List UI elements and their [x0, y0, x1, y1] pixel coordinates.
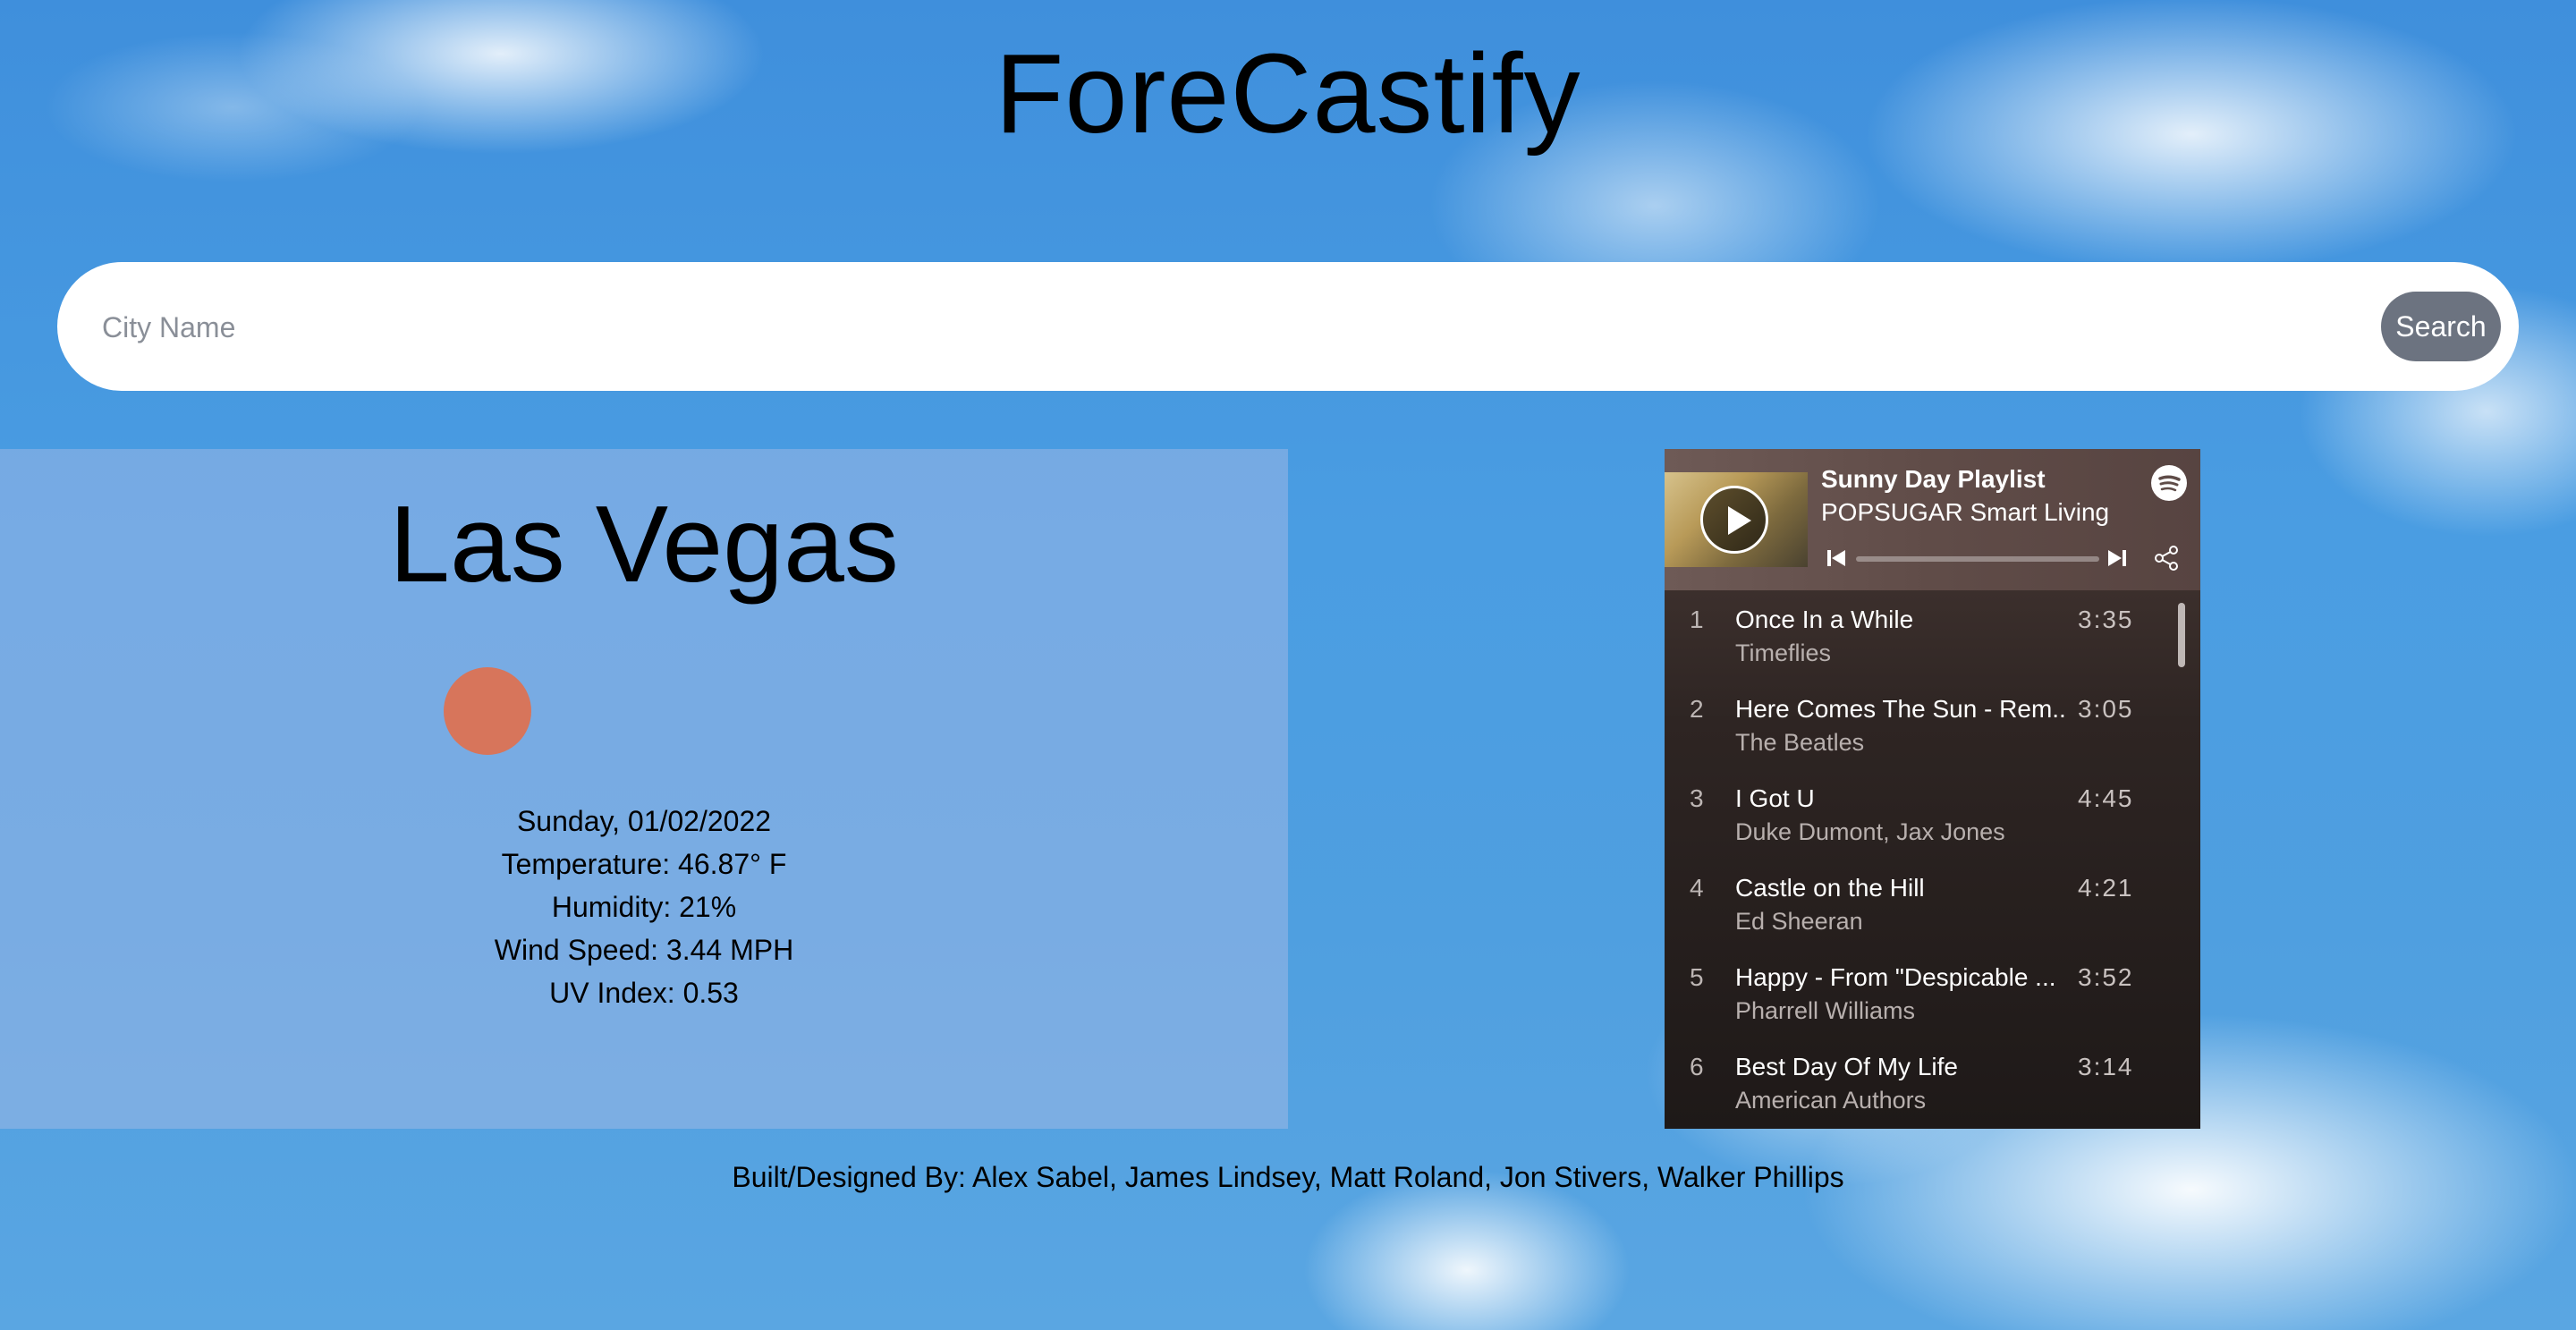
track-duration: 3:35	[2078, 606, 2134, 633]
weather-humidity: Humidity: 21%	[551, 891, 737, 923]
weather-details: Sunday, 01/02/2022 Temperature: 46.87° F…	[0, 800, 1288, 1014]
track-title[interactable]: Here Comes The Sun - Rem...	[1735, 695, 2066, 724]
weather-wind-speed: Wind Speed: 3.44 MPH	[494, 934, 794, 966]
track-duration: 4:45	[2078, 784, 2134, 812]
track-row[interactable]: 5 Happy - From "Despicable ... Pharrell …	[1665, 954, 2200, 1044]
weather-temperature: Temperature: 46.87° F	[501, 848, 787, 880]
track-title[interactable]: Castle on the Hill	[1735, 874, 2066, 902]
track-number: 2	[1690, 695, 1704, 723]
sun-icon	[444, 667, 531, 755]
city-name: Las Vegas	[389, 483, 899, 605]
spotify-embed-player: Sunny Day Playlist POPSUGAR Smart Living	[1665, 449, 2200, 1129]
track-title[interactable]: Happy - From "Despicable ...	[1735, 963, 2066, 992]
weather-uv-index: UV Index: 0.53	[549, 977, 739, 1009]
track-artist[interactable]: Timeflies	[1735, 640, 2066, 667]
tracklist-scrollbar[interactable]	[2178, 603, 2185, 667]
footer-credits: Built/Designed By: Alex Sabel, James Lin…	[732, 1161, 1844, 1193]
track-artist[interactable]: The Beatles	[1735, 729, 2066, 757]
track-title[interactable]: I Got U	[1735, 784, 2066, 813]
search-button[interactable]: Search	[2381, 292, 2501, 361]
track-row[interactable]: 2 Here Comes The Sun - Rem... The Beatle…	[1665, 686, 2200, 775]
track-duration: 3:14	[2078, 1053, 2134, 1080]
track-row[interactable]: 6 Best Day Of My Life American Authors 3…	[1665, 1044, 2200, 1129]
previous-track-icon[interactable]	[1826, 547, 1847, 569]
track-artist[interactable]: Ed Sheeran	[1735, 908, 2066, 936]
spotify-logo-icon[interactable]	[2151, 465, 2187, 501]
track-row[interactable]: 4 Castle on the Hill Ed Sheeran 4:21	[1665, 865, 2200, 954]
city-search-input[interactable]	[100, 300, 2376, 355]
playlist-owner[interactable]: POPSUGAR Smart Living	[1821, 498, 2109, 527]
track-row[interactable]: 1 Once In a While Timeflies 3:35	[1665, 597, 2200, 686]
track-title[interactable]: Best Day Of My Life	[1735, 1053, 2066, 1081]
track-number: 1	[1690, 606, 1704, 633]
app-title: ForeCastify	[995, 30, 1581, 157]
track-duration: 4:21	[2078, 874, 2134, 902]
next-track-icon[interactable]	[2106, 547, 2128, 569]
track-number: 5	[1690, 963, 1704, 991]
track-list[interactable]: 1 Once In a While Timeflies 3:35 2 Here …	[1665, 597, 2200, 1129]
track-title[interactable]: Once In a While	[1735, 606, 2066, 634]
track-artist[interactable]: Duke Dumont, Jax Jones	[1735, 818, 2066, 846]
playlist-cover-image	[1665, 472, 1808, 567]
track-row[interactable]: 3 I Got U Duke Dumont, Jax Jones 4:45	[1665, 775, 2200, 865]
progress-bar[interactable]	[1856, 556, 2099, 562]
track-artist[interactable]: American Authors	[1735, 1087, 2066, 1114]
share-icon[interactable]	[2152, 544, 2181, 572]
track-duration: 3:52	[2078, 963, 2134, 991]
play-button[interactable]	[1700, 486, 1768, 554]
search-bar: Search	[57, 262, 2519, 391]
player-header: Sunny Day Playlist POPSUGAR Smart Living	[1665, 449, 2200, 590]
playlist-title[interactable]: Sunny Day Playlist	[1821, 465, 2046, 494]
weather-date: Sunday, 01/02/2022	[516, 805, 772, 837]
track-number: 4	[1690, 874, 1704, 902]
track-artist[interactable]: Pharrell Williams	[1735, 997, 2066, 1025]
track-number: 3	[1690, 784, 1704, 812]
track-duration: 3:05	[2078, 695, 2134, 723]
track-number: 6	[1690, 1053, 1704, 1080]
current-weather-panel: Las Vegas Sunday, 01/02/2022 Temperature…	[0, 449, 1288, 1129]
